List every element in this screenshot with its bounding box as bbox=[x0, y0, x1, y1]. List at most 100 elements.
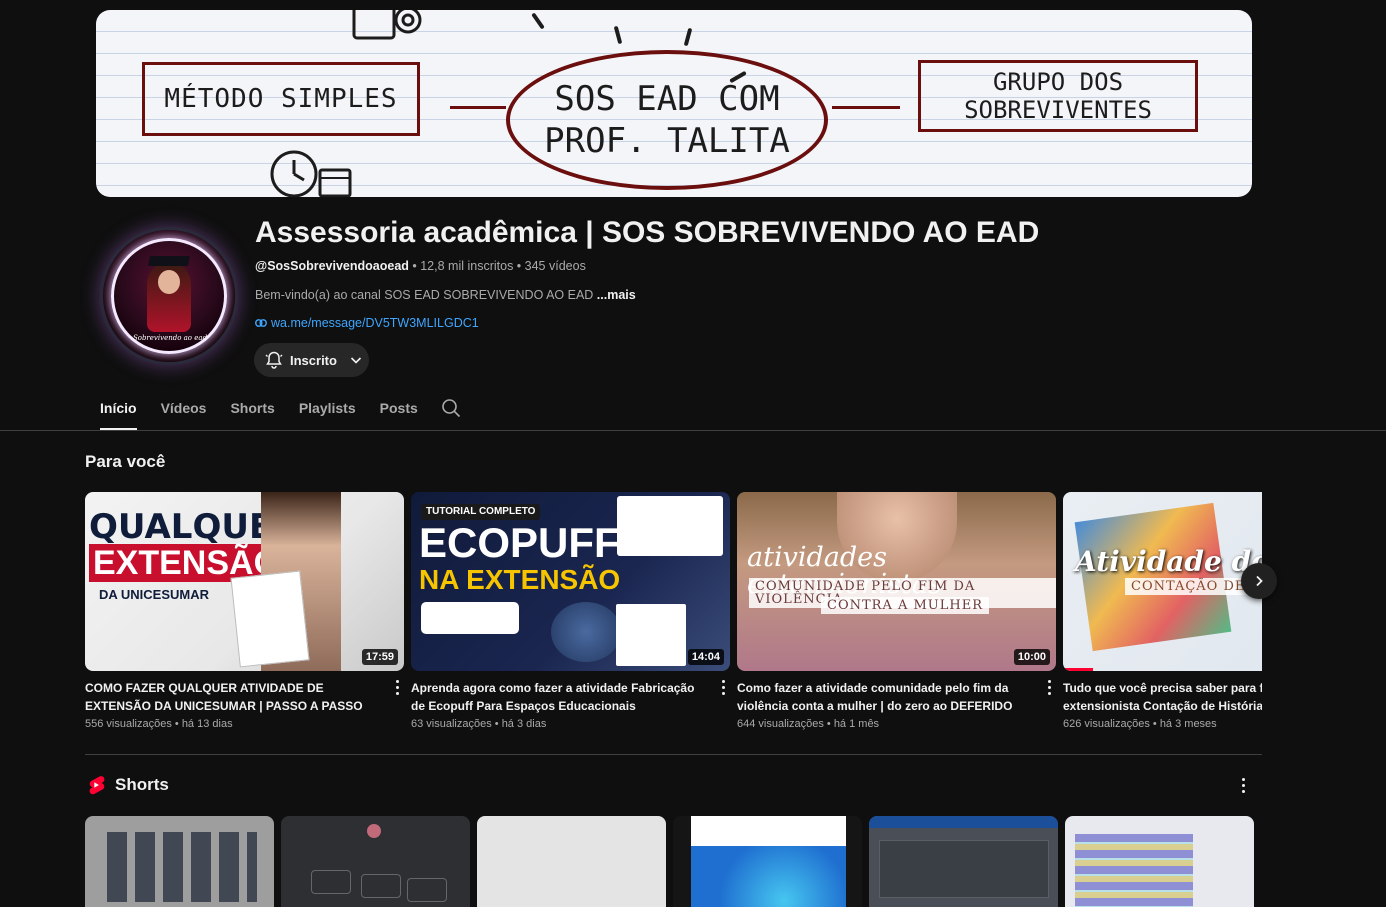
tab-posts[interactable]: Posts bbox=[380, 390, 418, 430]
link-icon bbox=[255, 319, 267, 327]
more-actions-icon[interactable] bbox=[396, 680, 400, 698]
video-views: 63 visualizações bbox=[411, 718, 492, 730]
banner-ray bbox=[683, 27, 693, 47]
tab-playlists[interactable]: Playlists bbox=[299, 390, 356, 430]
video-title[interactable]: Aprenda agora como fazer a atividade Fab… bbox=[411, 679, 711, 715]
video-age: há 3 meses bbox=[1159, 718, 1217, 730]
short-avatar bbox=[367, 824, 381, 838]
thumb-text: DA UNICESUMAR bbox=[99, 587, 210, 602]
channel-name: Assessoria acadêmica | SOS SOBREVIVENDO … bbox=[255, 216, 1040, 249]
video-views: 556 visualizações bbox=[85, 718, 172, 730]
shorts-icon bbox=[89, 776, 105, 795]
short-thumbnail[interactable] bbox=[673, 816, 862, 907]
video-views: 626 visualizações bbox=[1063, 718, 1150, 730]
meta-separator: • bbox=[491, 718, 502, 730]
short-chart bbox=[1075, 834, 1193, 907]
thumb-text: Atividade de bbox=[1075, 545, 1269, 578]
video-count: 345 vídeos bbox=[524, 259, 586, 273]
video-title[interactable]: COMO FAZER QUALQUER ATIVIDADE DE EXTENSÃ… bbox=[85, 679, 385, 715]
thumb-document bbox=[230, 570, 310, 668]
video-age: há 3 dias bbox=[501, 718, 547, 730]
shorts-more-icon[interactable] bbox=[1242, 778, 1245, 796]
more-actions-icon[interactable] bbox=[722, 680, 726, 698]
video-meta: 644 visualizações • há 1 mês bbox=[737, 718, 1056, 730]
meta-separator: • bbox=[513, 259, 525, 273]
channel-banner: MÉTODO SIMPLES SOS EAD COM PROF. TALITA … bbox=[96, 10, 1252, 197]
subscribed-label: Inscrito bbox=[290, 352, 337, 368]
banner-ray bbox=[613, 25, 623, 45]
short-thumbnail[interactable] bbox=[869, 816, 1058, 907]
description-text: Bem-vindo(a) ao canal SOS EAD SOBREVIVEN… bbox=[255, 288, 597, 302]
meta-separator: • bbox=[408, 259, 421, 273]
banner-arrow-right bbox=[832, 106, 900, 109]
section-title-for-you: Para você bbox=[85, 452, 166, 471]
channel-handle: @SosSobrevivendoaoead bbox=[255, 259, 409, 273]
short-frames bbox=[107, 832, 257, 902]
video-title[interactable]: Como fazer a atividade comunidade pelo f… bbox=[737, 679, 1037, 715]
tab-shorts[interactable]: Shorts bbox=[230, 390, 274, 430]
banner-center-oval: SOS EAD COM PROF. TALITA bbox=[506, 50, 828, 190]
banner-ray bbox=[531, 12, 545, 30]
short-form bbox=[879, 840, 1049, 898]
channel-meta: @SosSobrevivendoaoead • 12,8 mil inscrit… bbox=[255, 259, 586, 273]
video-meta: 556 visualizações • há 13 dias bbox=[85, 718, 404, 730]
clock-calendar-icon bbox=[270, 150, 352, 197]
video-age: há 1 mês bbox=[833, 718, 880, 730]
banner-right-line1: GRUPO DOS bbox=[992, 68, 1124, 96]
banner-arrow-left bbox=[450, 106, 506, 109]
tab-inicio[interactable]: Início bbox=[100, 390, 137, 430]
chevron-down-icon bbox=[350, 357, 362, 364]
chevron-right-icon bbox=[1256, 575, 1263, 587]
video-duration: 17:59 bbox=[361, 649, 398, 665]
tabs-divider bbox=[0, 430, 1386, 431]
short-thumbnail[interactable] bbox=[477, 816, 666, 907]
thumb-text: CONTAÇÃO DE bbox=[1125, 578, 1252, 595]
more-link[interactable]: ...mais bbox=[597, 288, 636, 302]
shelf-clip bbox=[1262, 490, 1386, 740]
channel-tabs: Início Vídeos Shorts Playlists Posts bbox=[100, 390, 442, 430]
link-text: wa.me/message/DV5TW3MLILGDC1 bbox=[271, 316, 479, 330]
channel-avatar[interactable]: Sobrevivendo ao ead bbox=[103, 230, 235, 362]
shelf-next-button[interactable] bbox=[1241, 563, 1277, 599]
search-icon[interactable] bbox=[441, 398, 461, 418]
subscriber-count: 12,8 mil inscritos bbox=[420, 259, 514, 273]
graduation-cap-icon bbox=[148, 256, 190, 266]
bell-icon bbox=[265, 351, 283, 369]
section-divider bbox=[85, 754, 1262, 755]
banner-center-line1: SOS EAD COM bbox=[554, 79, 780, 119]
video-thumbnail[interactable]: QUALQUER EXTENSÃO DA UNICESUMAR 17:59 bbox=[85, 492, 404, 671]
thumb-text: NA EXTENSÃO bbox=[419, 564, 621, 595]
thumb-text: ECOPUFF bbox=[419, 519, 620, 566]
meta-separator: • bbox=[171, 718, 182, 730]
subscribed-button[interactable]: Inscrito bbox=[254, 343, 369, 377]
banner-right-line2: SOBREVIVENTES bbox=[964, 96, 1152, 124]
channel-link[interactable]: wa.me/message/DV5TW3MLILGDC1 bbox=[255, 316, 479, 330]
short-thumbnail[interactable] bbox=[1065, 816, 1254, 907]
video-thumbnail[interactable]: TUTORIAL COMPLETO ECOPUFF NA EXTENSÃO 14… bbox=[411, 492, 730, 671]
avatar-signature: Sobrevivendo ao ead bbox=[132, 334, 208, 342]
video-card[interactable]: TUTORIAL COMPLETO ECOPUFF NA EXTENSÃO 14… bbox=[411, 492, 730, 730]
banner-left-text: MÉTODO SIMPLES bbox=[164, 84, 398, 114]
short-thumbnail[interactable] bbox=[85, 816, 274, 907]
watch-progress bbox=[1063, 668, 1093, 671]
short-screen-blue bbox=[691, 846, 846, 907]
shorts-header: Shorts bbox=[85, 774, 169, 796]
meta-separator: • bbox=[823, 718, 834, 730]
more-actions-icon[interactable] bbox=[1048, 680, 1052, 698]
thumb-document bbox=[617, 496, 723, 556]
video-duration: 14:04 bbox=[687, 649, 724, 665]
thumb-document bbox=[616, 604, 686, 666]
meta-separator: • bbox=[1149, 718, 1160, 730]
channel-description[interactable]: Bem-vindo(a) ao canal SOS EAD SOBREVIVEN… bbox=[255, 288, 636, 302]
checklist-icon bbox=[352, 10, 422, 40]
section-title-shorts: Shorts bbox=[115, 775, 169, 794]
banner-center-line2: PROF. TALITA bbox=[544, 121, 790, 161]
banner-right-box: GRUPO DOS SOBREVIVENTES bbox=[918, 60, 1198, 132]
video-age: há 13 dias bbox=[181, 718, 233, 730]
video-card[interactable]: atividades extensionistas COMUNIDADE PEL… bbox=[737, 492, 1056, 730]
tab-videos[interactable]: Vídeos bbox=[161, 390, 207, 430]
short-thumbnail[interactable] bbox=[281, 816, 470, 907]
video-card[interactable]: QUALQUER EXTENSÃO DA UNICESUMAR 17:59 CO… bbox=[85, 492, 404, 730]
video-thumbnail[interactable]: atividades extensionistas COMUNIDADE PEL… bbox=[737, 492, 1056, 671]
thumb-pouf bbox=[551, 602, 621, 662]
